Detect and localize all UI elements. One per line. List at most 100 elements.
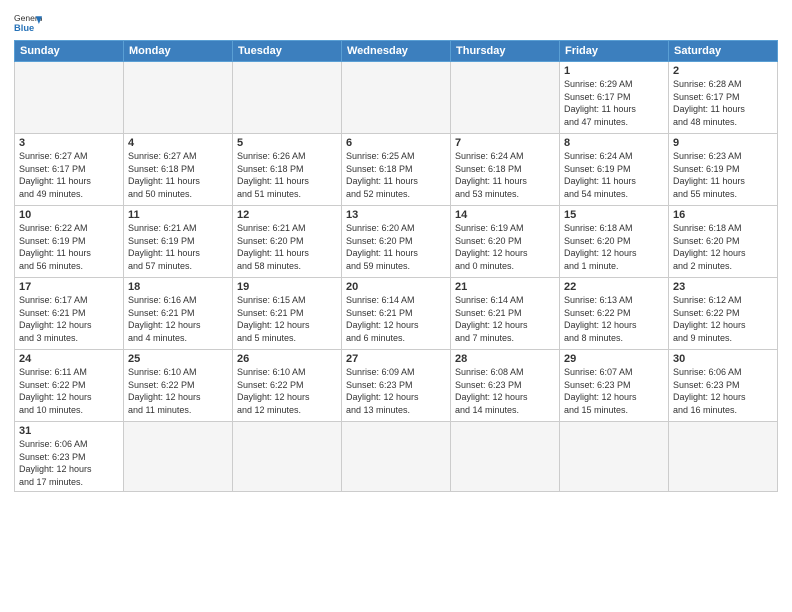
weekday-header-saturday: Saturday [669, 41, 778, 62]
day-number: 24 [19, 353, 119, 365]
day-number: 9 [673, 137, 773, 149]
calendar-cell [124, 422, 233, 492]
calendar-cell: 20Sunrise: 6:14 AM Sunset: 6:21 PM Dayli… [342, 278, 451, 350]
day-info: Sunrise: 6:23 AM Sunset: 6:19 PM Dayligh… [673, 150, 773, 200]
generalblue-logo-icon: General Blue [14, 10, 42, 38]
day-info: Sunrise: 6:27 AM Sunset: 6:18 PM Dayligh… [128, 150, 228, 200]
weekday-header-row: SundayMondayTuesdayWednesdayThursdayFrid… [15, 41, 778, 62]
calendar-cell [342, 62, 451, 134]
calendar-cell: 8Sunrise: 6:24 AM Sunset: 6:19 PM Daylig… [560, 134, 669, 206]
day-number: 16 [673, 209, 773, 221]
page: General Blue SundayMondayTuesdayWednesda… [0, 0, 792, 502]
day-number: 28 [455, 353, 555, 365]
calendar-week-row: 24Sunrise: 6:11 AM Sunset: 6:22 PM Dayli… [15, 350, 778, 422]
calendar-cell: 5Sunrise: 6:26 AM Sunset: 6:18 PM Daylig… [233, 134, 342, 206]
day-number: 1 [564, 65, 664, 77]
calendar-week-row: 1Sunrise: 6:29 AM Sunset: 6:17 PM Daylig… [15, 62, 778, 134]
day-info: Sunrise: 6:07 AM Sunset: 6:23 PM Dayligh… [564, 366, 664, 416]
calendar-table: SundayMondayTuesdayWednesdayThursdayFrid… [14, 40, 778, 492]
day-number: 21 [455, 281, 555, 293]
calendar-cell: 17Sunrise: 6:17 AM Sunset: 6:21 PM Dayli… [15, 278, 124, 350]
calendar-cell: 10Sunrise: 6:22 AM Sunset: 6:19 PM Dayli… [15, 206, 124, 278]
calendar-cell: 27Sunrise: 6:09 AM Sunset: 6:23 PM Dayli… [342, 350, 451, 422]
day-info: Sunrise: 6:27 AM Sunset: 6:17 PM Dayligh… [19, 150, 119, 200]
day-info: Sunrise: 6:09 AM Sunset: 6:23 PM Dayligh… [346, 366, 446, 416]
calendar-cell: 24Sunrise: 6:11 AM Sunset: 6:22 PM Dayli… [15, 350, 124, 422]
day-number: 11 [128, 209, 228, 221]
calendar-cell: 22Sunrise: 6:13 AM Sunset: 6:22 PM Dayli… [560, 278, 669, 350]
day-number: 10 [19, 209, 119, 221]
calendar-week-row: 3Sunrise: 6:27 AM Sunset: 6:17 PM Daylig… [15, 134, 778, 206]
day-info: Sunrise: 6:29 AM Sunset: 6:17 PM Dayligh… [564, 78, 664, 128]
logo: General Blue [14, 10, 42, 38]
day-number: 4 [128, 137, 228, 149]
calendar-cell [124, 62, 233, 134]
calendar-cell [233, 62, 342, 134]
day-info: Sunrise: 6:06 AM Sunset: 6:23 PM Dayligh… [673, 366, 773, 416]
day-number: 30 [673, 353, 773, 365]
weekday-header-monday: Monday [124, 41, 233, 62]
day-number: 15 [564, 209, 664, 221]
day-info: Sunrise: 6:18 AM Sunset: 6:20 PM Dayligh… [673, 222, 773, 272]
day-info: Sunrise: 6:16 AM Sunset: 6:21 PM Dayligh… [128, 294, 228, 344]
calendar-cell [233, 422, 342, 492]
day-number: 23 [673, 281, 773, 293]
calendar-cell: 13Sunrise: 6:20 AM Sunset: 6:20 PM Dayli… [342, 206, 451, 278]
calendar-cell [451, 62, 560, 134]
day-number: 13 [346, 209, 446, 221]
day-number: 20 [346, 281, 446, 293]
calendar-cell: 14Sunrise: 6:19 AM Sunset: 6:20 PM Dayli… [451, 206, 560, 278]
weekday-header-thursday: Thursday [451, 41, 560, 62]
calendar-cell: 2Sunrise: 6:28 AM Sunset: 6:17 PM Daylig… [669, 62, 778, 134]
day-info: Sunrise: 6:10 AM Sunset: 6:22 PM Dayligh… [128, 366, 228, 416]
day-info: Sunrise: 6:26 AM Sunset: 6:18 PM Dayligh… [237, 150, 337, 200]
calendar-cell [342, 422, 451, 492]
day-info: Sunrise: 6:21 AM Sunset: 6:19 PM Dayligh… [128, 222, 228, 272]
calendar-cell: 26Sunrise: 6:10 AM Sunset: 6:22 PM Dayli… [233, 350, 342, 422]
day-number: 7 [455, 137, 555, 149]
header: General Blue [14, 10, 778, 38]
calendar-week-row: 10Sunrise: 6:22 AM Sunset: 6:19 PM Dayli… [15, 206, 778, 278]
calendar-cell: 25Sunrise: 6:10 AM Sunset: 6:22 PM Dayli… [124, 350, 233, 422]
day-number: 25 [128, 353, 228, 365]
day-info: Sunrise: 6:19 AM Sunset: 6:20 PM Dayligh… [455, 222, 555, 272]
weekday-header-friday: Friday [560, 41, 669, 62]
calendar-week-row: 17Sunrise: 6:17 AM Sunset: 6:21 PM Dayli… [15, 278, 778, 350]
day-info: Sunrise: 6:12 AM Sunset: 6:22 PM Dayligh… [673, 294, 773, 344]
weekday-header-sunday: Sunday [15, 41, 124, 62]
calendar-cell: 3Sunrise: 6:27 AM Sunset: 6:17 PM Daylig… [15, 134, 124, 206]
calendar-cell [451, 422, 560, 492]
calendar-cell [15, 62, 124, 134]
day-number: 6 [346, 137, 446, 149]
calendar-cell: 31Sunrise: 6:06 AM Sunset: 6:23 PM Dayli… [15, 422, 124, 492]
calendar-cell: 9Sunrise: 6:23 AM Sunset: 6:19 PM Daylig… [669, 134, 778, 206]
day-info: Sunrise: 6:25 AM Sunset: 6:18 PM Dayligh… [346, 150, 446, 200]
day-info: Sunrise: 6:17 AM Sunset: 6:21 PM Dayligh… [19, 294, 119, 344]
day-info: Sunrise: 6:14 AM Sunset: 6:21 PM Dayligh… [346, 294, 446, 344]
day-info: Sunrise: 6:21 AM Sunset: 6:20 PM Dayligh… [237, 222, 337, 272]
day-number: 26 [237, 353, 337, 365]
calendar-cell: 6Sunrise: 6:25 AM Sunset: 6:18 PM Daylig… [342, 134, 451, 206]
calendar-cell [560, 422, 669, 492]
day-info: Sunrise: 6:06 AM Sunset: 6:23 PM Dayligh… [19, 438, 119, 488]
calendar-cell: 1Sunrise: 6:29 AM Sunset: 6:17 PM Daylig… [560, 62, 669, 134]
calendar-cell: 15Sunrise: 6:18 AM Sunset: 6:20 PM Dayli… [560, 206, 669, 278]
calendar-cell: 21Sunrise: 6:14 AM Sunset: 6:21 PM Dayli… [451, 278, 560, 350]
calendar-cell: 11Sunrise: 6:21 AM Sunset: 6:19 PM Dayli… [124, 206, 233, 278]
day-info: Sunrise: 6:20 AM Sunset: 6:20 PM Dayligh… [346, 222, 446, 272]
day-number: 14 [455, 209, 555, 221]
weekday-header-wednesday: Wednesday [342, 41, 451, 62]
day-number: 22 [564, 281, 664, 293]
calendar-cell: 16Sunrise: 6:18 AM Sunset: 6:20 PM Dayli… [669, 206, 778, 278]
day-number: 19 [237, 281, 337, 293]
weekday-header-tuesday: Tuesday [233, 41, 342, 62]
day-info: Sunrise: 6:24 AM Sunset: 6:19 PM Dayligh… [564, 150, 664, 200]
day-number: 31 [19, 425, 119, 437]
day-info: Sunrise: 6:28 AM Sunset: 6:17 PM Dayligh… [673, 78, 773, 128]
day-number: 5 [237, 137, 337, 149]
day-info: Sunrise: 6:10 AM Sunset: 6:22 PM Dayligh… [237, 366, 337, 416]
calendar-cell: 19Sunrise: 6:15 AM Sunset: 6:21 PM Dayli… [233, 278, 342, 350]
calendar-cell: 23Sunrise: 6:12 AM Sunset: 6:22 PM Dayli… [669, 278, 778, 350]
day-number: 12 [237, 209, 337, 221]
day-info: Sunrise: 6:22 AM Sunset: 6:19 PM Dayligh… [19, 222, 119, 272]
